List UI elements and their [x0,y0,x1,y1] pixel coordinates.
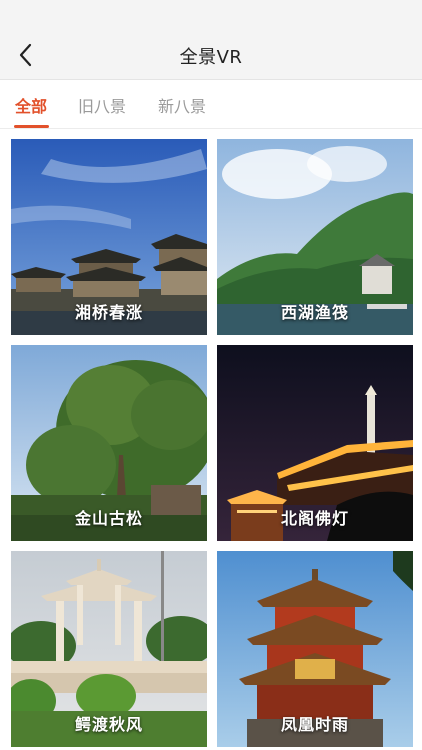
tab-all[interactable]: 全部 [15,93,47,117]
scene-label: 鳄渡秋风 [74,715,143,734]
status-bar [0,0,422,30]
nav-bar: 全景VR [0,30,422,80]
scene-label: 北阁佛灯 [280,509,349,528]
scene-card-edu[interactable]: 鳄渡秋风 [11,551,207,747]
category-tabs: 全部 旧八景 新八景 [0,80,422,129]
scene-card-fenghuang[interactable]: 凤凰时雨 [217,551,413,747]
tab-new-eight-views[interactable]: 新八景 [158,93,206,117]
scene-card-xiangqiao[interactable]: 湘桥春涨 [11,139,207,335]
scene-card-beige[interactable]: 北阁佛灯 [217,345,413,541]
scene-label: 金山古松 [74,509,143,528]
tab-old-eight-views[interactable]: 旧八景 [78,93,126,117]
active-tab-indicator [14,125,49,128]
scene-label: 凤凰时雨 [280,715,349,734]
page-title: 全景VR [179,47,243,68]
scene-label: 西湖渔筏 [280,303,349,322]
scene-card-west-lake[interactable]: 西湖渔筏 [217,139,413,335]
scene-card-jinshan[interactable]: 金山古松 [11,345,207,541]
scene-label: 湘桥春涨 [74,303,143,322]
